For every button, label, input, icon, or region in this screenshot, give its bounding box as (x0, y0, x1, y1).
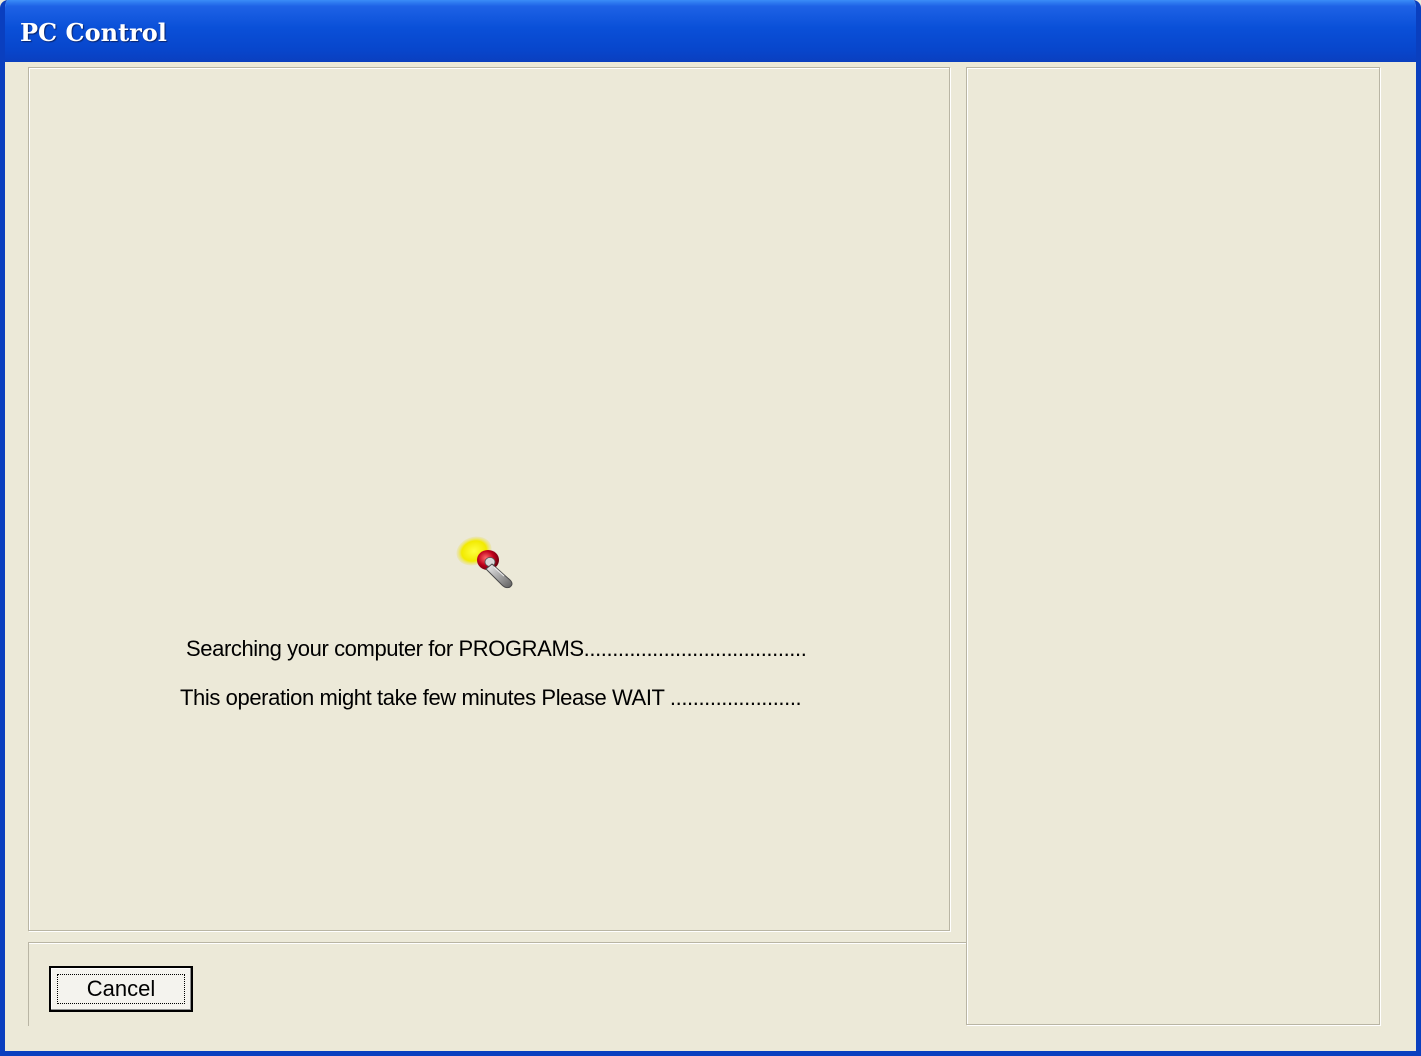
search-flashlight-icon (444, 526, 524, 596)
status-searching-text: Searching your computer for PROGRAMS....… (186, 636, 807, 661)
title-bar[interactable]: PC Control (5, 0, 1416, 62)
window-title: PC Control (20, 18, 167, 47)
status-wait-text: This operation might take few minutes Pl… (180, 685, 802, 710)
main-content-panel: Searching your computer for PROGRAMS....… (28, 67, 950, 931)
pc-control-window: PC Control Searching your computer for P… (0, 0, 1421, 1056)
cancel-button[interactable]: Cancel (49, 966, 193, 1012)
side-panel (966, 67, 1380, 1025)
button-bar: Cancel (28, 942, 966, 1026)
cancel-button-label: Cancel (57, 974, 185, 1004)
